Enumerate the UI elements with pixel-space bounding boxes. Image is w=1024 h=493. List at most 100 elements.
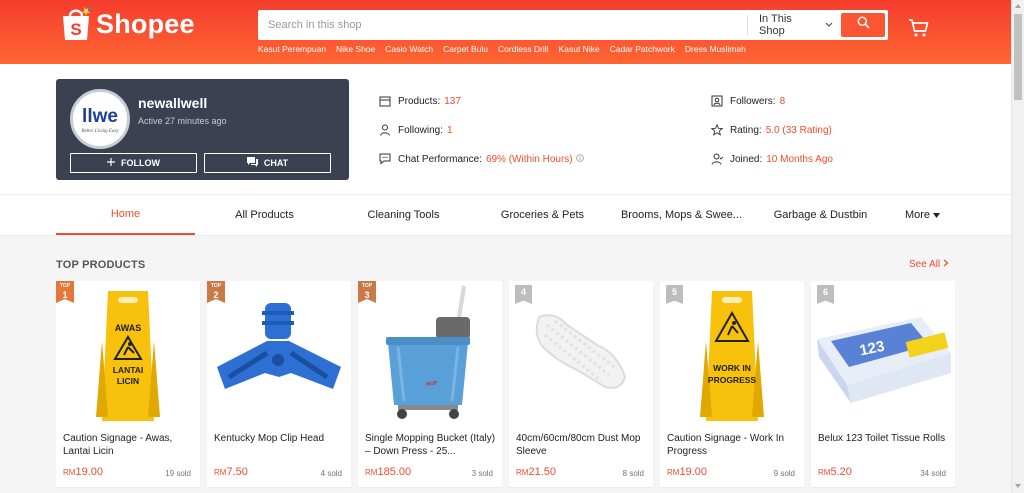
product-image xyxy=(207,281,351,425)
page-scrollbar[interactable] xyxy=(1011,0,1024,493)
product-price: RM19.00 xyxy=(667,466,707,478)
product-sold-count: 4 sold xyxy=(320,469,342,478)
shopee-logo[interactable]: S Shopee xyxy=(60,6,195,42)
scroll-down-arrow[interactable] xyxy=(1015,484,1021,488)
product-sold-count: 34 sold xyxy=(920,469,946,478)
sign-text: PROGRESS xyxy=(708,375,757,385)
svg-text:S: S xyxy=(70,20,81,39)
tab-cleaning-tools[interactable]: Cleaning Tools xyxy=(334,195,473,235)
chevron-right-icon xyxy=(943,259,949,270)
price-value: 21.50 xyxy=(528,466,556,478)
product-card[interactable]: 123 6 Belux 123 Toilet Tissue Rolls RM5.… xyxy=(811,281,955,487)
star-icon xyxy=(710,123,724,136)
follow-button[interactable]: FOLLOW xyxy=(70,153,197,173)
chat-button[interactable]: CHAT xyxy=(204,153,331,173)
product-card[interactable]: AWAS LANTAI LICIN TOP 1 Caution Signage … xyxy=(56,281,200,487)
user-joined-icon xyxy=(711,153,724,165)
followers-icon xyxy=(711,95,723,107)
see-all-label: See All xyxy=(909,259,941,270)
keyword-link[interactable]: Nike Shoe xyxy=(336,44,375,54)
product-image: MOP xyxy=(358,281,502,425)
keyword-link[interactable]: Cordless Drill xyxy=(498,44,549,54)
product-price: RM185.00 xyxy=(365,466,411,478)
shop-card: llwe Better Living Easy newallwell Activ… xyxy=(56,79,349,180)
chat-performance-value: 69% (Within Hours) xyxy=(485,153,573,165)
keyword-link[interactable]: Casio Watch xyxy=(385,44,433,54)
shop-nav-tabs: Home All Products Cleaning Tools Groceri… xyxy=(0,194,1011,235)
sign-text: LICIN xyxy=(117,376,139,386)
product-card[interactable]: TOP 2 Kentucky Mop Clip Head RM7.50 4 so… xyxy=(207,281,351,487)
caret-down-icon xyxy=(933,209,941,221)
cart-icon[interactable] xyxy=(908,18,930,43)
joined-value: 10 Months Ago xyxy=(766,153,833,165)
person-icon xyxy=(379,124,391,136)
see-all-link[interactable]: See All xyxy=(909,259,949,270)
search-scope-label: In This Shop xyxy=(759,13,792,37)
followers-value: 8 xyxy=(779,95,786,107)
tab-more-label: More xyxy=(904,209,931,221)
tab-home[interactable]: Home xyxy=(56,195,195,235)
avatar-logo-text: llwe xyxy=(82,106,118,127)
tab-all-products[interactable]: All Products xyxy=(195,195,334,235)
search-scope-dropdown[interactable]: In This Shop xyxy=(747,13,841,37)
tab-garbage-dustbin[interactable]: Garbage & Dustbin xyxy=(751,195,890,235)
keyword-link[interactable]: Carpet Bulu xyxy=(443,44,488,54)
product-sold-count: 3 sold xyxy=(471,469,493,478)
logo-text: Shopee xyxy=(96,8,195,39)
keyword-link[interactable]: Dress Muslimah xyxy=(685,44,746,54)
followers-label: Followers: xyxy=(730,95,776,107)
rating-label: Rating: xyxy=(730,124,762,136)
top-products-heading: TOP PRODUCTS xyxy=(56,259,146,271)
sign-text: LANTAI xyxy=(113,365,144,375)
product-name: Kentucky Mop Clip Head xyxy=(214,433,325,444)
product-sold-count: 19 sold xyxy=(165,469,191,478)
search-button[interactable] xyxy=(841,13,885,37)
rank-badge-top-label: TOP xyxy=(210,283,222,289)
chevron-down-icon xyxy=(825,19,833,31)
price-currency: RM xyxy=(667,468,680,477)
product-image: AWAS LANTAI LICIN xyxy=(56,281,200,425)
product-card[interactable]: 4 40cm/60cm/80cm Dust Mop Sleeve RM21.50… xyxy=(509,281,653,487)
scroll-up-arrow[interactable] xyxy=(1015,4,1021,8)
tab-brooms-mops[interactable]: Brooms, Mops & Swee... xyxy=(612,195,751,235)
product-name: Caution Signage - Work In Progress xyxy=(667,433,785,457)
stat-rating: Rating: 5.0 (33 Rating) xyxy=(710,123,832,136)
price-value: 19.00 xyxy=(75,466,103,478)
stat-following: Following: 1 xyxy=(379,124,453,136)
scrollbar-thumb[interactable] xyxy=(1014,14,1022,100)
sign-text: WORK IN xyxy=(713,363,751,373)
product-price: RM7.50 xyxy=(214,466,248,478)
price-value: 7.50 xyxy=(226,466,248,478)
search-icon xyxy=(857,16,870,34)
sign-text: AWAS xyxy=(115,323,142,333)
shopping-bag-icon: S xyxy=(60,6,92,42)
keyword-link[interactable]: Kasut Nike xyxy=(559,44,600,54)
chat-performance-label: Chat Performance: xyxy=(398,153,482,165)
shop-active-status: Active 27 minutes ago xyxy=(138,116,227,126)
following-label: Following: xyxy=(398,124,444,136)
stat-chat-performance: Chat Performance: 69% (Within Hours) xyxy=(379,153,584,165)
search-input[interactable] xyxy=(258,10,747,40)
rank-badge-top-label: TOP xyxy=(59,283,71,289)
keyword-link[interactable]: Cadar Patchwork xyxy=(610,44,675,54)
tab-more[interactable]: More xyxy=(890,195,955,235)
keyword-link[interactable]: Kasut Perempuan xyxy=(258,44,326,54)
info-icon[interactable] xyxy=(575,153,584,165)
search-bar: In This Shop xyxy=(258,10,888,40)
tab-groceries-pets[interactable]: Groceries & Pets xyxy=(473,195,612,235)
product-card[interactable]: WORK IN PROGRESS 5 Caution Signage - Wor… xyxy=(660,281,804,487)
product-price: RM5.20 xyxy=(818,466,852,478)
site-header: S Shopee In This Shop Kasut Perempuan Ni… xyxy=(0,0,1011,64)
shop-name: newallwell xyxy=(138,95,208,111)
rating-value[interactable]: 5.0 (33 Rating) xyxy=(766,125,832,136)
following-value[interactable]: 1 xyxy=(447,125,453,136)
price-value: 185.00 xyxy=(377,466,412,478)
price-currency: RM xyxy=(63,468,76,477)
product-card[interactable]: MOP TOP 3 Single Mopping Bucket (Italy) … xyxy=(358,281,502,487)
avatar-tagline: Better Living Easy xyxy=(81,129,119,134)
product-price: RM21.50 xyxy=(516,466,556,478)
product-name: Caution Signage - Awas, Lantai Licin xyxy=(63,433,173,457)
products-label: Products: xyxy=(398,95,441,107)
shop-avatar[interactable]: llwe Better Living Easy xyxy=(70,89,130,149)
stat-products: Products: 137 xyxy=(379,95,461,107)
